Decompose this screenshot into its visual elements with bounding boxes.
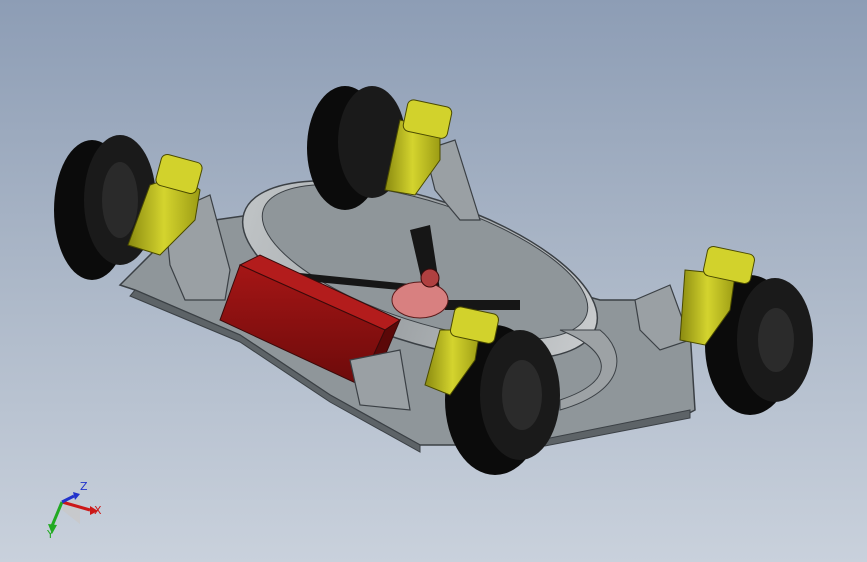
cad-model[interactable] <box>0 0 867 562</box>
y-axis-label: Y <box>47 528 54 541</box>
prop-motor <box>391 281 449 319</box>
graphics-viewport[interactable]: X Y Z <box>0 0 867 562</box>
z-axis-label: Z <box>80 480 88 493</box>
wheel-front-left <box>54 135 156 280</box>
x-axis-label: X <box>94 504 102 517</box>
y-axis-arrow <box>50 501 64 527</box>
